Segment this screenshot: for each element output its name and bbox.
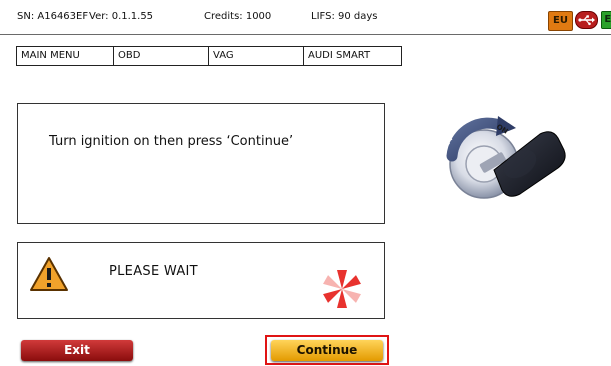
status-bar: SN: A16463EF Ver: 0.1.1.55 Credits: 1000…: [0, 0, 611, 35]
usb-icon[interactable]: [575, 11, 598, 29]
warning-icon: [29, 256, 69, 292]
breadcrumb-obd: OBD: [114, 47, 209, 65]
en-flag-icon[interactable]: EN: [601, 11, 611, 29]
breadcrumb-audi-smart: AUDI SMART: [308, 50, 371, 61]
continue-button[interactable]: Continue: [271, 340, 383, 361]
exit-button[interactable]: Exit: [21, 340, 133, 361]
serial-number: SN: A16463EF: [17, 11, 89, 22]
breadcrumb-main-menu: MAIN MENU: [17, 47, 114, 65]
instruction-text: Turn ignition on then press ‘Continue’: [49, 134, 294, 149]
credits: Credits: 1000: [204, 11, 272, 22]
version: Ver: 0.1.1.55: [89, 11, 154, 22]
spinner-icon: [321, 268, 363, 310]
diagnostic-screen: SN: A16463EF Ver: 0.1.1.55 Credits: 1000…: [0, 0, 611, 366]
instruction-panel: Turn ignition on then press ‘Continue’: [17, 103, 385, 224]
wait-panel: PLEASE WAIT: [17, 242, 385, 319]
breadcrumb: MAIN MENU OBD VAG AUDI SMART: [16, 46, 402, 66]
ignition-key-icon: OFF ON: [432, 98, 592, 218]
continue-highlight: Continue: [265, 335, 389, 365]
breadcrumb-vag: VAG: [209, 47, 304, 65]
en-label: EN: [601, 11, 611, 29]
please-wait-text: PLEASE WAIT: [109, 264, 198, 279]
lifs: LIFS: 90 days: [311, 11, 378, 22]
eu-flag-icon[interactable]: EU: [548, 11, 573, 31]
